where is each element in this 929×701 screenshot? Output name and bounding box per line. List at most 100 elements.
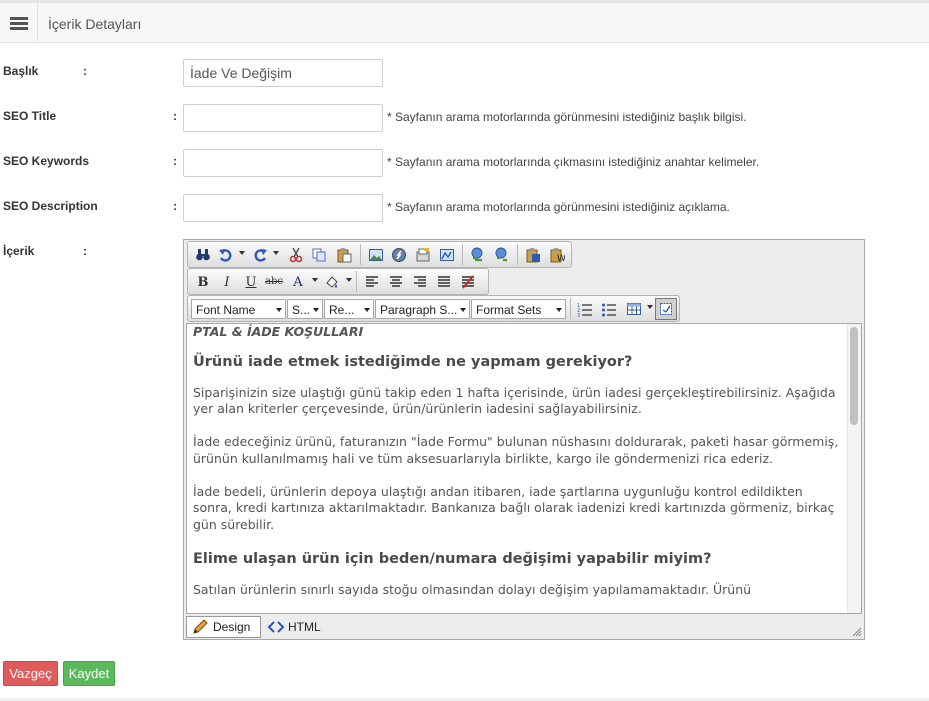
html-mode-tab[interactable]: HTML [267,616,327,638]
flash-icon[interactable] [389,245,409,265]
content-paragraph: İade bedeli, ürünlerin depoya ulaştığı a… [193,483,835,532]
font-name-value: Font Name [196,303,256,317]
paste-from-word-icon[interactable] [523,245,543,265]
image-icon[interactable] [366,245,386,265]
real-font-size-value: Re... [329,303,355,317]
bulleted-list-icon[interactable] [599,299,619,319]
chevron-down-icon [556,308,562,312]
seo-keywords-input[interactable] [183,149,383,177]
unlink-icon[interactable] [492,245,512,265]
align-center-icon[interactable] [386,272,406,292]
title-input[interactable] [183,59,383,87]
seo-keywords-label: SEO Keywords [3,154,90,168]
seo-description-input[interactable] [183,194,383,222]
code-brackets-icon [267,619,285,635]
separator [356,271,357,292]
editor-document: PTAL & İADE KOŞULLARI Ürünü iade etmek i… [193,324,845,613]
page-title: İçerik Detayları [48,16,142,32]
paragraph-style-select[interactable]: Paragraph S... [375,299,470,319]
highlight-color-icon[interactable] [322,272,342,292]
document-properties-icon[interactable] [413,245,433,265]
content-label: İçerik [3,244,35,258]
table-dropdown-icon[interactable] [647,305,653,309]
toggle-border-icon[interactable] [655,298,677,320]
seo-title-label: SEO Title [3,109,57,123]
rich-text-editor: W B I U abc A Font Name S... Re... Parag… [183,239,865,640]
bold-icon[interactable]: B [193,272,213,292]
content-heading: Ürünü iade etmek istediğimde ne yapmam g… [193,353,633,370]
font-size-select[interactable]: S... [287,299,323,319]
content-paragraph: Siparişinizin size ulaştığı günü takip e… [193,384,836,417]
design-mode-tab[interactable]: Design [186,616,261,638]
paste-plain-text-icon[interactable]: W [547,245,567,265]
font-color-dropdown-icon[interactable] [312,278,318,282]
paste-icon[interactable] [334,245,354,265]
image-map-icon[interactable] [437,245,457,265]
align-right-icon[interactable] [410,272,430,292]
table-icon[interactable] [624,299,644,319]
strikethrough-icon[interactable]: abc [264,272,284,292]
underline-icon[interactable]: U [241,272,261,292]
seo-title-colon: : [173,109,177,123]
chevron-down-icon [313,308,319,312]
undo-dropdown-icon[interactable] [239,251,245,255]
separator [517,244,518,265]
highlight-dropdown-icon[interactable] [346,278,352,282]
chevron-down-icon [276,308,282,312]
pencil-icon [191,619,209,635]
content-colon: : [83,244,87,258]
undo-icon[interactable] [216,245,236,265]
seo-keywords-hint: * Sayfanın arama motorlarında çıkmasını … [387,155,760,169]
design-mode-label: Design [213,620,251,634]
hamburger-icon[interactable] [0,3,38,43]
svg-text:3: 3 [577,313,580,317]
editor-toolbar-1: W [187,241,572,268]
html-mode-label: HTML [288,620,321,634]
font-name-select[interactable]: Font Name [191,299,286,319]
format-sets-value: Format Sets [476,303,542,317]
remove-format-icon[interactable] [458,272,478,292]
redo-dropdown-icon[interactable] [273,251,279,255]
content-heading: Elime ulaşan ürün için beden/numara deği… [193,550,712,567]
resize-grip-icon[interactable] [852,626,862,637]
editor-toolbar-3: Font Name S... Re... Paragraph S... Form… [187,295,680,322]
seo-description-colon: : [173,199,177,213]
font-size-value: S... [292,303,311,317]
justify-icon[interactable] [434,272,454,292]
copy-icon[interactable] [309,245,329,265]
separator [462,244,463,265]
content-paragraph: İade edeceğiniz ürünü, faturanızın "İade… [193,434,839,466]
font-color-icon[interactable]: A [288,272,308,292]
seo-description-hint: * Sayfanın arama motorlarında görünmesin… [387,200,730,214]
content-paragraph: Satılan ürünlerin sınırlı sayıda stoğu o… [193,581,752,597]
chevron-down-icon [460,308,466,312]
title-label: Başlık [3,64,39,78]
seo-title-hint: * Sayfanın arama motorlarında görünmesin… [387,110,747,124]
seo-description-label: SEO Description [3,199,98,213]
ordered-list-icon[interactable]: 123 [575,299,595,319]
redo-icon[interactable] [250,245,270,265]
separator [360,244,361,265]
align-left-icon[interactable] [362,272,382,292]
seo-keywords-colon: : [173,154,177,168]
svg-text:W: W [557,254,565,263]
italic-icon[interactable]: I [217,272,237,292]
editor-toolbar-2: B I U abc A [187,268,489,295]
save-button[interactable]: Kaydet [63,661,115,686]
cut-icon[interactable] [286,245,306,265]
editor-content-area[interactable]: PTAL & İADE KOŞULLARI Ürünü iade etmek i… [186,323,862,614]
paragraph-style-value: Paragraph S... [380,303,458,317]
content-lead: PTAL & İADE KOŞULLARI [193,324,364,339]
separator [570,298,571,319]
real-font-size-select[interactable]: Re... [324,299,374,319]
page-header: İçerik Detayları [0,3,929,43]
title-colon: : [83,64,87,78]
cancel-button[interactable]: Vazgeç [3,661,58,686]
chevron-down-icon [364,308,370,312]
format-sets-select[interactable]: Format Sets [471,299,566,319]
scrollbar-thumb[interactable] [850,327,858,425]
seo-title-input[interactable] [183,104,383,132]
link-icon[interactable] [468,245,488,265]
editor-scrollbar[interactable] [847,324,861,613]
find-icon[interactable] [193,245,213,265]
